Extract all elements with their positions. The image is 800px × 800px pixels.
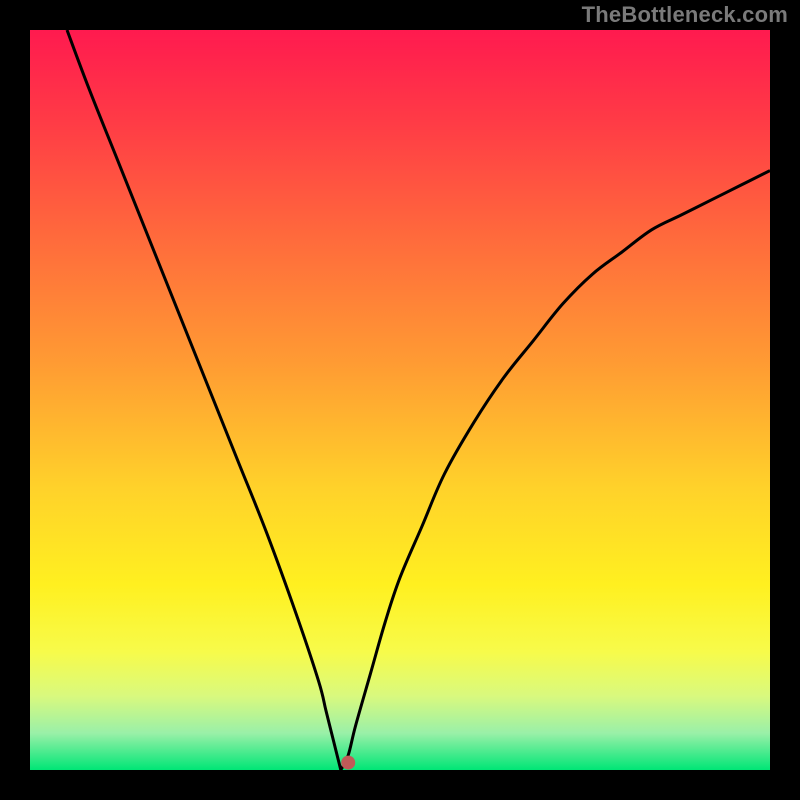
outer-frame: TheBottleneck.com: [0, 0, 800, 800]
minimum-dot: [341, 756, 355, 770]
watermark-text: TheBottleneck.com: [582, 2, 788, 28]
gradient-background: [30, 30, 770, 770]
chart-svg: [30, 30, 770, 770]
plot-area: [30, 30, 770, 770]
